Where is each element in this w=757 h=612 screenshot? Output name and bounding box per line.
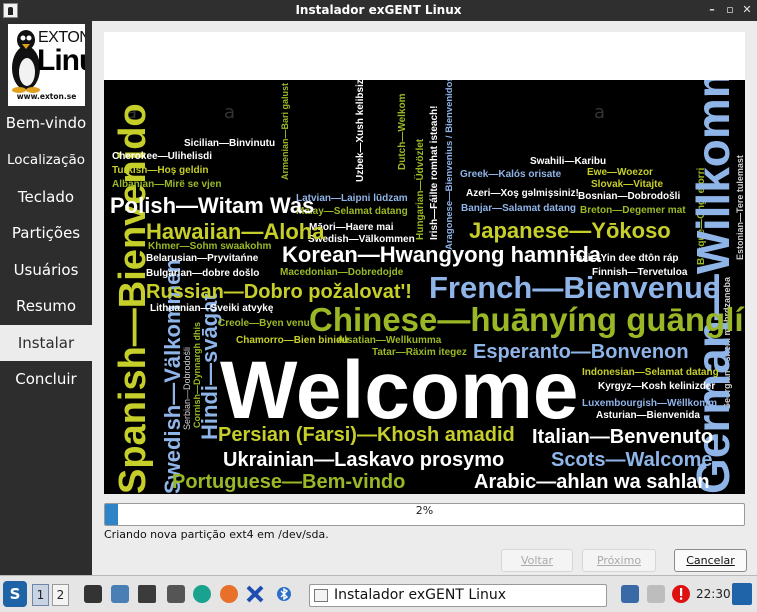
word-portuguese: Portuguese—Bem-vindo xyxy=(172,471,405,493)
sidebar-item-welcome: Bem-vindo xyxy=(5,114,87,132)
word-uzbek: Uzbek—Xush kelibsiz xyxy=(355,80,366,182)
update-alert-icon[interactable] xyxy=(672,585,690,603)
install-progress-bar: 2% xyxy=(104,503,745,526)
word-creole: Creole—Byen venu xyxy=(218,318,310,329)
logo-url-text: www.exton.se xyxy=(16,92,77,101)
word-kyrgyz: Kyrgyz—Kosh kelinizder xyxy=(598,381,715,392)
word-french: French—Bienvenue xyxy=(429,270,720,305)
sidebar-item-partitions: Partições xyxy=(11,224,81,242)
clock[interactable]: 22:30 xyxy=(696,587,731,601)
next-button[interactable]: Próximo xyxy=(582,549,656,572)
watermark-a: a xyxy=(224,102,235,123)
progress-percent-label: 2% xyxy=(415,504,434,517)
word-ewe: Ewe—Woezor xyxy=(587,167,653,178)
word-macedonian: Macedonian—Dobredojde xyxy=(280,267,404,278)
word-scots: Scots—Walcome xyxy=(551,449,713,471)
workspace-2-button[interactable]: 2 xyxy=(52,584,69,606)
welcome-slideshow: a a a Spanish—Bienvenido Swedish—Välkomm… xyxy=(104,80,745,494)
word-lithuanian: Lithuanian—Sveiki atvykę xyxy=(150,303,274,314)
word-breton: Breton—Degemer mat xyxy=(580,205,686,216)
word-azeri: Azeri—Xoş gəlmişsiniz! xyxy=(466,188,579,199)
window-titlebar[interactable]: Instalador exGENT Linux – ▫ ✕ xyxy=(0,0,757,21)
clipboard-icon[interactable] xyxy=(647,585,665,603)
word-hungarian: Hungarian—Üdvözlet xyxy=(413,138,426,240)
word-serbian: Serbian—Dobrodošli xyxy=(182,347,192,430)
word-cherokee: Cherokee—Ulihelisdi xyxy=(112,151,212,162)
word-arabic: Arabic—ahlan wa sahlan xyxy=(474,471,710,493)
slideshow-header-strip xyxy=(104,32,745,80)
task-label: Instalador exGENT Linux xyxy=(334,587,507,603)
word-banjar: Banjar—Salamat datang xyxy=(461,203,576,214)
word-korean: Korean—Hwangyong hamnida xyxy=(282,242,602,267)
word-hawaiian: Hawaiian—Aloha xyxy=(146,219,325,244)
word-bosnian: Bosnian—Dobrodošli xyxy=(578,191,680,202)
sidebar-item-users: Usuários xyxy=(13,261,79,279)
word-belarusian: Belarusian—Pryvitańne xyxy=(146,253,259,264)
network-icon[interactable] xyxy=(621,585,639,603)
word-luxembourgish: Luxembourgish—Wëllkomm xyxy=(582,398,717,409)
sidebar-item-finish: Concluir xyxy=(15,370,77,388)
close-button[interactable]: ✕ xyxy=(741,3,753,17)
monitor-icon[interactable] xyxy=(138,585,156,603)
sidebar: EXTON Linux www.exton.se Bem-vindo Local… xyxy=(0,21,92,575)
cancel-button[interactable]: Cancelar xyxy=(674,549,747,572)
word-bulgarian: Bulgarian—dobre došlo xyxy=(146,268,259,279)
task-app-icon xyxy=(314,589,328,602)
word-irish: Irish—Fáilte romhat isteach! xyxy=(429,106,440,240)
word-greek: Greek—Kalós orisate xyxy=(460,169,562,180)
sidebar-item-install: Instalar xyxy=(0,325,92,361)
word-chinese: Chinese—huānyíng guānglín xyxy=(309,301,745,338)
word-dutch: Dutch—Welkom xyxy=(397,93,408,170)
word-sicilian: Sicilian—Binvinutu xyxy=(184,138,275,149)
settings-icon[interactable] xyxy=(167,585,185,603)
word-japanese: Japanese—Yōkoso xyxy=(469,218,671,243)
disk-icon[interactable] xyxy=(193,585,211,603)
word-swahili: Swahili—Karibu xyxy=(530,156,606,167)
word-slovak: Slovak—Vitajte xyxy=(591,179,664,190)
sidebar-item-keyboard: Teclado xyxy=(17,188,75,206)
taskbar: S 1 2 Instalador exGENT Linux 22:30 xyxy=(0,575,757,612)
watermark-a: a xyxy=(594,102,605,123)
word-albanian: Albanian—Mirë se vjen xyxy=(112,179,221,190)
word-polish: Polish—Witam Was xyxy=(110,193,314,218)
word-asturian: Asturian—Bienvenida xyxy=(596,410,700,421)
file-manager-icon[interactable] xyxy=(111,585,129,603)
bluetooth-icon[interactable] xyxy=(275,585,293,603)
window-title: Instalador exGENT Linux xyxy=(295,3,462,17)
word-indonesian: Indonesian—Selamat datang xyxy=(582,367,719,378)
taskbar-window-button[interactable]: Instalador exGENT Linux xyxy=(309,584,607,607)
workspace-1-button[interactable]: 1 xyxy=(32,584,49,606)
exton-linux-logo: EXTON Linux www.exton.se xyxy=(8,24,85,106)
show-desktop-icon[interactable] xyxy=(732,583,752,605)
start-menu-button[interactable]: S xyxy=(3,581,27,607)
maximize-button[interactable]: ▫ xyxy=(724,3,736,17)
word-ukrainian: Ukrainian—Laskavo prosymo xyxy=(223,449,504,471)
logo-linux-text: Linux xyxy=(37,44,85,77)
firefox-icon[interactable] xyxy=(220,585,238,603)
word-turkish: Turkish—Hoş geldin xyxy=(112,165,209,176)
welcome-headline: Welcome xyxy=(220,345,579,436)
x-icon[interactable] xyxy=(246,585,264,603)
word-russian: Russian—Dobro požalovat'! xyxy=(146,281,412,303)
terminal-icon[interactable] xyxy=(84,585,102,603)
word-aragonese: Aragonese—Bienvenius / Bienvenidos xyxy=(444,80,455,250)
word-armenian: Armenian—Bari galust xyxy=(280,83,290,180)
minimize-button[interactable]: – xyxy=(706,3,718,17)
sidebar-item-summary: Resumo xyxy=(15,297,77,315)
sidebar-item-location: Localização xyxy=(6,152,86,168)
back-button[interactable]: Voltar xyxy=(501,549,573,572)
install-status-text: Criando nova partição ext4 em /dev/sda. xyxy=(104,528,329,541)
word-cornish: Cornish—Dynnargh dhis xyxy=(192,322,202,428)
